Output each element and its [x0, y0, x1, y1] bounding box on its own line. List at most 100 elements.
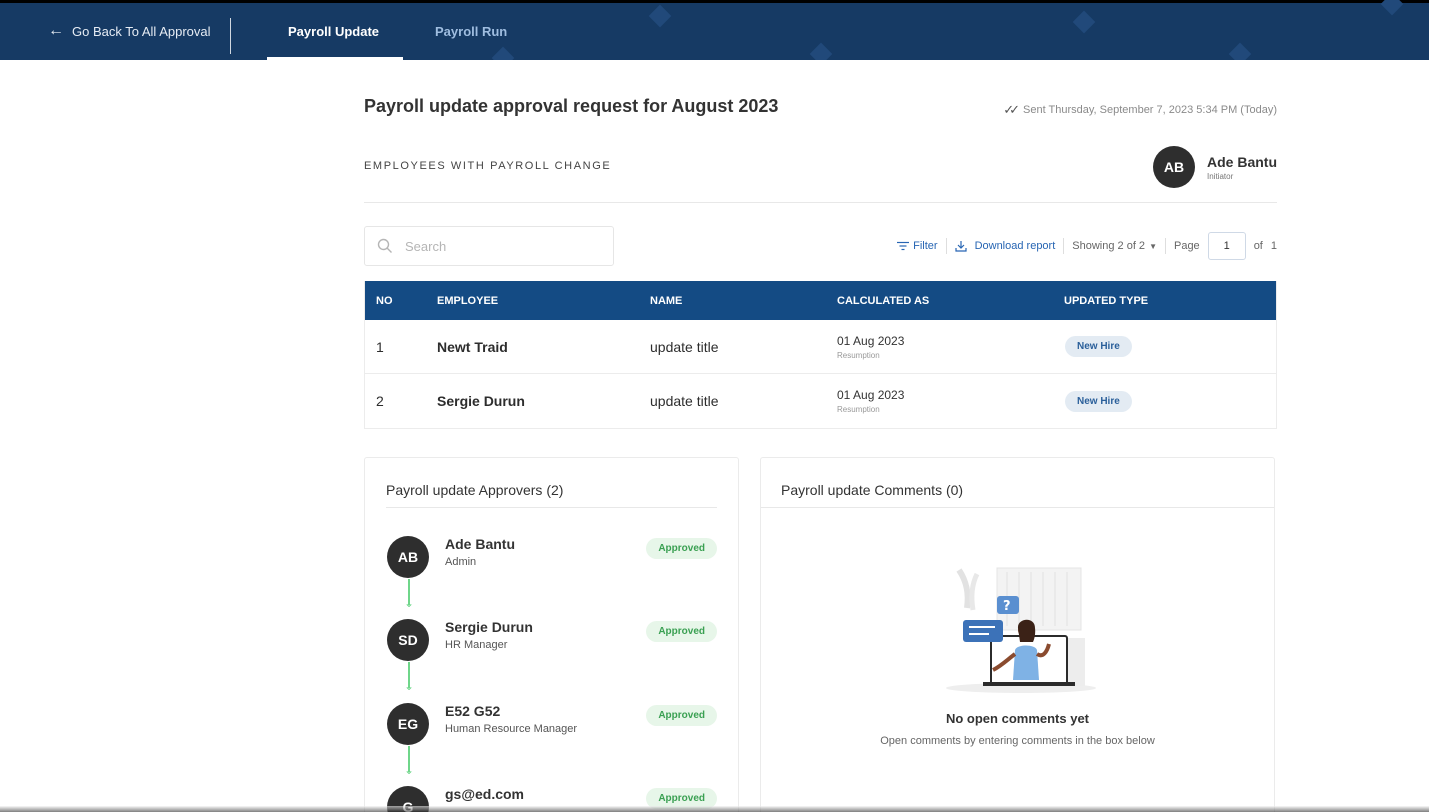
nav-divider — [230, 18, 231, 54]
approver-name: Ade Bantu — [445, 536, 515, 552]
approvers-divider — [386, 507, 717, 508]
sent-text: Sent Thursday, September 7, 2023 5:34 PM… — [1023, 104, 1277, 116]
toolbar-divider — [1164, 238, 1166, 254]
active-tab-indicator — [267, 57, 403, 60]
double-check-icon: ✓✓ — [1003, 102, 1020, 117]
decor-diamond — [1228, 42, 1252, 60]
approver-name: Sergie Durun — [445, 619, 533, 635]
go-back-label: Go Back To All Approval — [72, 23, 211, 39]
status-badge: Approved — [646, 621, 717, 642]
arrow-down-icon: ⌄ — [403, 596, 415, 610]
col-header-name: NAME — [650, 294, 683, 307]
approver-item: EG E52 G52 Human Resource Manager Approv… — [387, 703, 717, 747]
arrow-left-icon: ← — [48, 22, 64, 39]
col-header-no: NO — [376, 294, 393, 307]
employees-table: NO EMPLOYEE NAME CALCULATED AS UPDATED T… — [364, 281, 1277, 429]
top-edge-line — [0, 0, 1429, 3]
type-badge: New Hire — [1065, 336, 1132, 357]
col-header-updated-type: UPDATED TYPE — [1064, 294, 1149, 307]
showing-dropdown[interactable]: Showing 2 of 2 ▼ — [1072, 240, 1157, 252]
arrow-down-icon: ⌄ — [403, 679, 415, 693]
avatar: EG — [387, 703, 429, 745]
approvers-title: Payroll update Approvers (2) — [386, 482, 564, 498]
decor-diamond — [648, 4, 672, 28]
initiator: AB Ade Bantu Initiator — [1153, 146, 1277, 188]
toolbar-divider — [945, 238, 947, 254]
table-row[interactable]: 2 Sergie Durun update title 01 Aug 2023 … — [365, 374, 1276, 428]
tab-payroll-run[interactable]: Payroll Run — [435, 24, 507, 39]
toolbar-divider — [1063, 238, 1065, 254]
empty-comments-title: No open comments yet — [945, 711, 1090, 726]
download-label: Download report — [974, 240, 1056, 252]
cell-name: update title — [650, 338, 719, 355]
table-header: NO EMPLOYEE NAME CALCULATED AS UPDATED T… — [365, 281, 1276, 320]
calc-sub: Resumption — [837, 405, 880, 414]
cell-updated-type: New Hire — [1064, 390, 1276, 412]
cell-updated-type: New Hire — [1064, 336, 1276, 357]
bottom-edge-shadow — [0, 806, 1429, 812]
table-toolbar: Filter Download report Showing 2 of 2 ▼ … — [897, 232, 1277, 260]
cell-employee: Sergie Durun — [437, 393, 525, 409]
empty-comments-illustration-icon: ? — [946, 567, 1096, 693]
comments-divider — [761, 507, 1274, 508]
avatar: AB — [387, 536, 429, 578]
cell-calculated-as: 01 Aug 2023 Resumption — [837, 334, 1064, 360]
section-label: EMPLOYEES WITH PAYROLL CHANGE — [364, 160, 612, 172]
decor-diamond — [491, 46, 515, 60]
approver-role: Human Resource Manager — [445, 723, 578, 735]
comments-card: Payroll update Comments (0) ? No open co… — [760, 457, 1275, 812]
top-nav-bar: ← Go Back To All Approval Payroll Update… — [0, 0, 1429, 60]
approver-name: E52 G52 — [445, 703, 501, 719]
question-mark: ? — [1003, 599, 1011, 614]
decor-diamond — [809, 42, 833, 60]
table-row[interactable]: 1 Newt Traid update title 01 Aug 2023 Re… — [365, 320, 1276, 374]
arrow-down-icon: ⌄ — [403, 763, 415, 777]
page-title: Payroll update approval request for Augu… — [364, 96, 779, 116]
avatar: AB — [1153, 146, 1195, 188]
cell-employee: Newt Traid — [437, 338, 508, 355]
decor-diamond — [1380, 0, 1404, 16]
calc-date: 01 Aug 2023 — [837, 388, 905, 402]
header-divider — [364, 202, 1277, 203]
go-back-link[interactable]: ← Go Back To All Approval — [48, 23, 211, 39]
col-header-employee: EMPLOYEE — [437, 294, 499, 307]
page-label: Page — [1173, 240, 1200, 252]
avatar: SD — [387, 619, 429, 661]
filter-button[interactable]: Filter — [897, 240, 938, 252]
status-badge: Approved — [646, 705, 717, 726]
showing-label: Showing 2 of 2 — [1072, 240, 1146, 252]
calc-sub: Resumption — [837, 350, 880, 360]
type-badge: New Hire — [1065, 390, 1132, 412]
download-icon — [954, 241, 967, 252]
search-icon — [377, 238, 392, 253]
page-number-input[interactable] — [1207, 232, 1246, 260]
of-label: of — [1253, 240, 1263, 252]
approver-item: AB Ade Bantu Admin Approved — [387, 536, 717, 580]
status-badge: Approved — [646, 538, 717, 559]
initiator-role: Initiator — [1207, 171, 1234, 181]
empty-comments-subtitle: Open comments by entering comments in th… — [880, 735, 1155, 747]
approver-role: Admin — [445, 556, 477, 568]
sent-status: ✓✓ Sent Thursday, September 7, 2023 5:34… — [1003, 102, 1277, 118]
approver-role: HR Manager — [445, 639, 508, 651]
approver-name: gs@ed.com — [445, 786, 525, 802]
cell-no: 1 — [376, 338, 384, 355]
initiator-name: Ade Bantu — [1207, 153, 1277, 170]
calc-date: 01 Aug 2023 — [837, 333, 905, 348]
filter-icon — [897, 241, 910, 251]
col-header-calculated-as: CALCULATED AS — [837, 294, 930, 307]
cell-no: 2 — [376, 393, 384, 409]
cell-name: update title — [650, 393, 719, 409]
caret-down-icon: ▼ — [1149, 241, 1157, 251]
total-pages: 1 — [1270, 240, 1277, 252]
approver-item: SD Sergie Durun HR Manager Approved — [387, 619, 717, 663]
cell-calculated-as: 01 Aug 2023 Resumption — [837, 388, 1064, 414]
comments-title: Payroll update Comments (0) — [781, 482, 964, 498]
tab-payroll-update[interactable]: Payroll Update — [288, 24, 379, 39]
decor-diamond — [1072, 10, 1096, 34]
download-report-button[interactable]: Download report — [954, 240, 1056, 252]
search-input[interactable] — [405, 238, 585, 254]
filter-label: Filter — [913, 240, 938, 252]
approvers-card: Payroll update Approvers (2) ⌄ ⌄ ⌄ AB Ad… — [364, 457, 739, 812]
search-box[interactable] — [364, 226, 614, 266]
